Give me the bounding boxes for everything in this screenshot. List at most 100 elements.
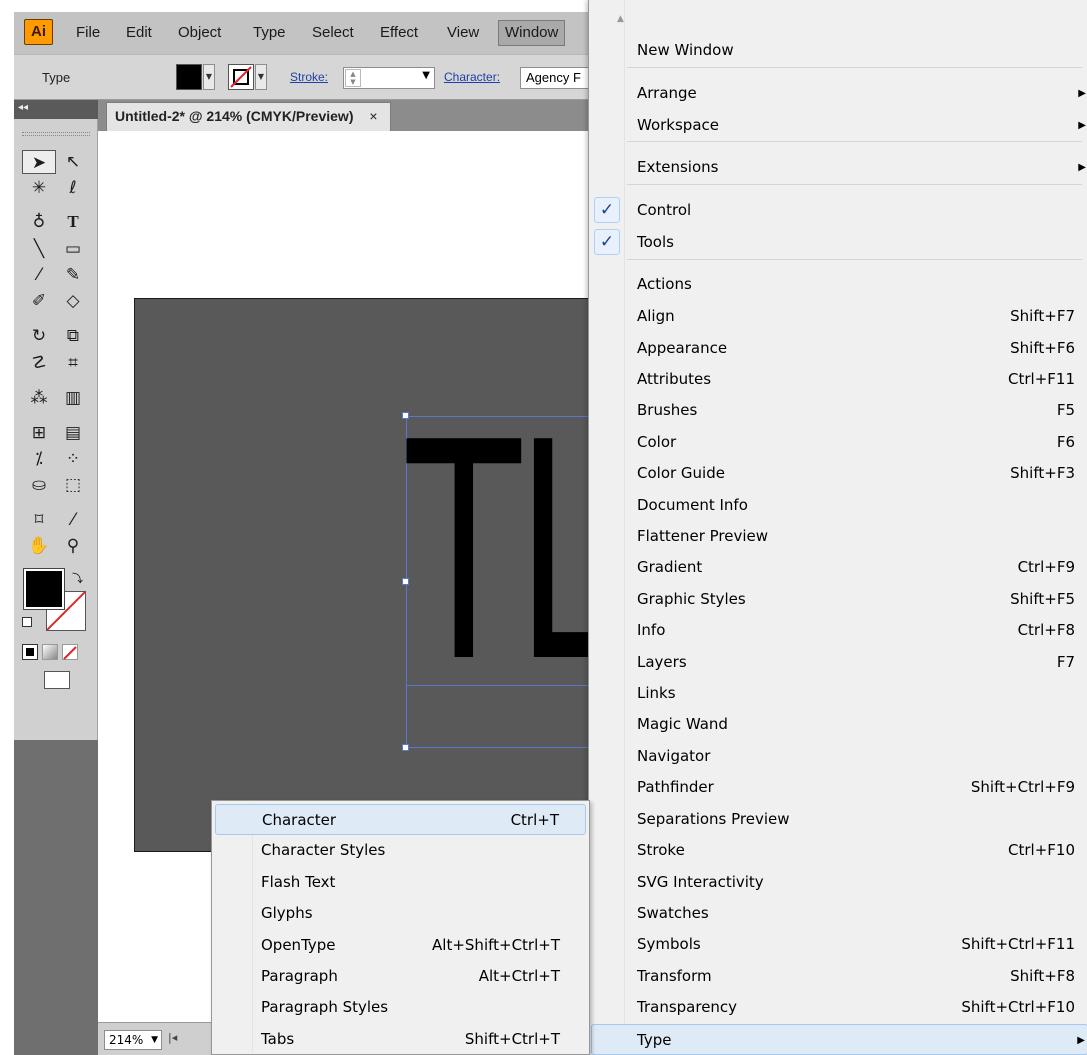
stepper-icon[interactable]: ▲ ▼ — [345, 69, 361, 87]
menu-view[interactable]: View — [441, 20, 485, 46]
close-tab-icon[interactable]: × — [369, 108, 377, 124]
window-menu-item-document-info[interactable]: Document Info — [625, 490, 1087, 521]
character-link[interactable]: Character: — [444, 70, 500, 84]
hand-tool-icon[interactable]: ✋ — [22, 534, 56, 558]
selection-tool-icon[interactable]: ➤ — [22, 150, 56, 174]
window-menu-item-transparency[interactable]: Transparency Shift+Ctrl+F10 — [625, 992, 1087, 1023]
none-mode-icon[interactable] — [62, 644, 78, 660]
zoom-dropdown-icon[interactable]: ▼ — [151, 1031, 158, 1049]
window-menu-item-align[interactable]: Align Shift+F7 — [625, 301, 1087, 332]
window-menu-item-swatches[interactable]: Swatches — [625, 898, 1087, 929]
window-menu-item-arrange[interactable]: Arrange ▶ — [625, 78, 1087, 109]
magic-wand-tool-icon[interactable]: ✳ — [22, 176, 56, 200]
slice-tool-icon[interactable]: ⁄ — [56, 508, 90, 532]
panel-grip[interactable] — [22, 132, 90, 136]
window-menu-item-actions[interactable]: Actions — [625, 269, 1087, 300]
mesh-tool-icon[interactable]: ⊞ — [22, 421, 56, 445]
scroll-up-icon[interactable]: ▲ — [617, 14, 624, 24]
window-menu-item-pathfinder[interactable]: Pathfinder Shift+Ctrl+F9 — [625, 772, 1087, 803]
window-menu-item-graphic-styles[interactable]: Graphic Styles Shift+F5 — [625, 584, 1087, 615]
stroke-dropdown-icon[interactable]: ▼ — [255, 64, 267, 90]
type-submenu-item-paragraph-styles[interactable]: Paragraph Styles — [215, 992, 586, 1023]
window-menu-item-tools[interactable]: Tools — [625, 227, 1087, 258]
gradient-tool-icon[interactable]: ▤ — [56, 421, 90, 445]
type-submenu-item-glyphs[interactable]: Glyphs — [215, 898, 586, 929]
window-menu-item-control[interactable]: Control — [625, 195, 1087, 226]
window-menu-item-workspace[interactable]: Workspace ▶ — [625, 110, 1087, 141]
type-submenu-item-tabs[interactable]: Tabs Shift+Ctrl+T — [215, 1024, 586, 1055]
color-mode-icon[interactable] — [22, 644, 38, 660]
fill-swatch[interactable] — [176, 64, 202, 90]
type-tool-icon[interactable]: T — [56, 210, 90, 234]
blend-tool-icon[interactable]: ⁘ — [56, 447, 90, 471]
live-paint-bucket-tool-icon[interactable]: ⛀ — [22, 473, 56, 497]
stroke-link[interactable]: Stroke: — [290, 70, 328, 84]
menu-effect[interactable]: Effect — [374, 20, 424, 46]
menu-file[interactable]: File — [70, 20, 106, 46]
symbol-sprayer-tool-icon[interactable]: ⁂ — [22, 386, 56, 410]
warp-tool-icon[interactable]: ☡ — [22, 351, 56, 375]
window-menu-item-separations-preview[interactable]: Separations Preview — [625, 804, 1087, 835]
window-menu-item-links[interactable]: Links — [625, 678, 1087, 709]
window-menu-item-appearance[interactable]: Appearance Shift+F6 — [625, 333, 1087, 364]
swap-colors-icon[interactable]: ⤵ — [72, 570, 83, 586]
window-menu-item-gradient[interactable]: Gradient Ctrl+F9 — [625, 552, 1087, 583]
rectangle-tool-icon[interactable]: ▭ — [56, 237, 90, 261]
window-menu-item-stroke[interactable]: Stroke Ctrl+F10 — [625, 835, 1087, 866]
paintbrush-tool-icon[interactable]: ⁄ — [22, 263, 56, 287]
window-menu-item-navigator[interactable]: Navigator — [625, 741, 1087, 772]
document-tab[interactable]: Untitled-2* @ 214% (CMYK/Preview) × — [106, 102, 391, 131]
zoom-field[interactable]: 214% ▼ — [104, 1030, 162, 1050]
pen-tool-icon[interactable]: ♁ — [22, 210, 56, 234]
direct-selection-tool-icon[interactable]: ↖ — [56, 150, 90, 174]
type-submenu-item-paragraph[interactable]: Paragraph Alt+Ctrl+T — [215, 961, 586, 992]
window-menu-item-transform[interactable]: Transform Shift+F8 — [625, 961, 1087, 992]
window-menu-item-symbols[interactable]: Symbols Shift+Ctrl+F11 — [625, 929, 1087, 960]
eraser-tool-icon[interactable]: ◇ — [56, 289, 90, 313]
first-page-icon[interactable]: |◂ — [168, 1031, 177, 1044]
window-menu-item-svg-interactivity[interactable]: SVG Interactivity — [625, 867, 1087, 898]
column-graph-tool-icon[interactable]: ▥ — [56, 386, 90, 410]
artboard[interactable]: TL — [134, 298, 619, 852]
eyedropper-tool-icon[interactable]: ⁒ — [22, 447, 56, 471]
fill-color-box-front[interactable] — [23, 568, 65, 610]
scale-tool-icon[interactable]: ⧉ — [56, 324, 90, 348]
screen-mode-icon[interactable] — [44, 671, 70, 689]
menu-window[interactable]: Window — [498, 20, 566, 46]
window-menu-item-flattener-preview[interactable]: Flattener Preview — [625, 521, 1087, 552]
window-menu-item-magic-wand[interactable]: Magic Wand — [625, 709, 1087, 740]
lasso-tool-icon[interactable]: ℓ — [56, 176, 90, 200]
gradient-mode-icon[interactable] — [42, 644, 58, 660]
type-submenu-item-opentype[interactable]: OpenType Alt+Shift+Ctrl+T — [215, 930, 586, 961]
window-menu-item-extensions[interactable]: Extensions ▶ — [625, 152, 1087, 183]
live-paint-selection-tool-icon[interactable]: ⬚ — [56, 473, 90, 497]
type-submenu-item-character[interactable]: Character Ctrl+T — [215, 804, 586, 835]
blob-brush-tool-icon[interactable]: ✐ — [22, 289, 56, 313]
line-tool-icon[interactable]: ╲ — [22, 237, 56, 261]
window-menu-item-info[interactable]: Info Ctrl+F8 — [625, 615, 1087, 646]
pencil-tool-icon[interactable]: ✎ — [56, 263, 90, 287]
window-menu-item-color-guide[interactable]: Color Guide Shift+F3 — [625, 458, 1087, 489]
menu-type[interactable]: Type — [247, 20, 292, 46]
stroke-weight-dropdown-icon[interactable]: ▼ — [422, 70, 430, 81]
stroke-weight-field[interactable]: ▲ ▼ ▼ — [343, 67, 435, 89]
free-transform-tool-icon[interactable]: ⌗ — [56, 351, 90, 375]
zoom-tool-icon[interactable]: ⚲ — [56, 534, 90, 558]
default-colors-icon[interactable] — [22, 617, 32, 627]
type-submenu-item-flash-text[interactable]: Flash Text — [215, 867, 586, 898]
collapse-panel-icon[interactable]: ◂◂ — [14, 100, 98, 119]
window-menu-item-new-window[interactable]: New Window — [625, 35, 1087, 66]
menu-edit[interactable]: Edit — [120, 20, 158, 46]
type-submenu-item-character-styles[interactable]: Character Styles — [215, 835, 586, 866]
window-menu-item-attributes[interactable]: Attributes Ctrl+F11 — [625, 364, 1087, 395]
window-menu-item-color[interactable]: Color F6 — [625, 427, 1087, 458]
artboard-tool-icon[interactable]: ⌑ — [22, 508, 56, 532]
window-menu-item-layers[interactable]: Layers F7 — [625, 647, 1087, 678]
stroke-swatch[interactable] — [228, 64, 254, 90]
rotate-tool-icon[interactable]: ↻ — [22, 324, 56, 348]
fill-dropdown-icon[interactable]: ▼ — [203, 64, 215, 90]
window-menu-item-type[interactable]: Type ▶ — [591, 1024, 1087, 1055]
window-menu-item-brushes[interactable]: Brushes F5 — [625, 395, 1087, 426]
menu-select[interactable]: Select — [306, 20, 360, 46]
handle-bottom-left[interactable] — [402, 744, 409, 751]
